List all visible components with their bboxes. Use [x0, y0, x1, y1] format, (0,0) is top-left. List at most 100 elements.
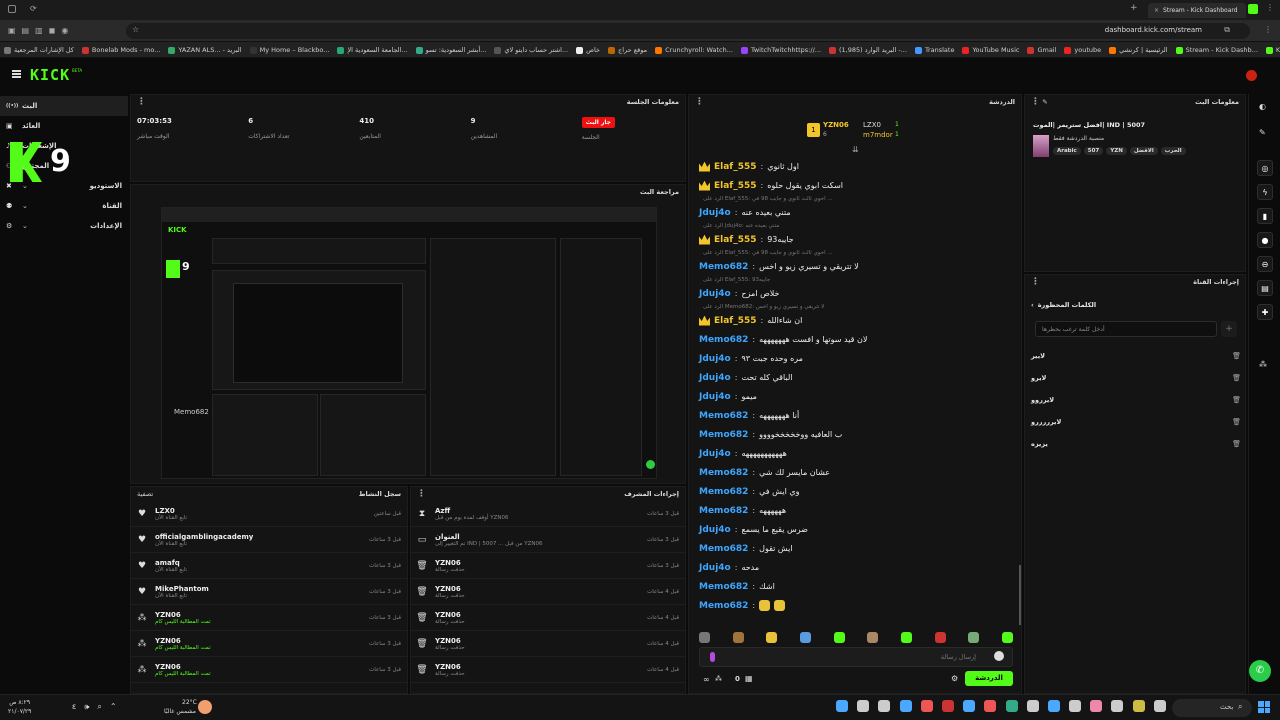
taskbar-app-icon[interactable]: [1069, 700, 1082, 712]
bookmark-item[interactable]: My Home – Blackbo...: [246, 42, 334, 57]
chat-settings-icon[interactable]: ⚙: [951, 674, 958, 683]
taskbar-app-icon[interactable]: [1132, 700, 1145, 712]
bookmark-item[interactable]: أبشر السعودية: تسو...: [412, 42, 491, 57]
taskbar-app-icon[interactable]: [836, 700, 848, 712]
camera-icon[interactable]: ◎: [1257, 160, 1273, 176]
bookmark-item[interactable]: YAZAN ALS... - البريد: [164, 42, 245, 57]
chat-username[interactable]: Memo682: [699, 468, 748, 478]
chat-message[interactable]: Jduj4o: متني بعيده عنه: [689, 203, 1021, 222]
avatar[interactable]: [1246, 70, 1257, 81]
taskbar-app-icon[interactable]: [941, 700, 954, 712]
taskbar-search[interactable]: بحث ⌕: [1172, 699, 1252, 717]
emote-share-icon[interactable]: ⁂: [715, 675, 722, 683]
chat-username[interactable]: Jduj4o: [699, 289, 731, 299]
bookmark-item[interactable]: (1,985) البريد الوارد -...: [825, 42, 911, 57]
more-tools-icon[interactable]: ⁂: [1259, 360, 1267, 369]
sidebar-item-6[interactable]: ⚙ ⌄ الإعدادات: [0, 216, 128, 236]
start-button[interactable]: [1258, 701, 1270, 713]
chat-username[interactable]: Memo682: [699, 430, 748, 440]
gifter-name[interactable]: YZN06: [823, 121, 849, 129]
activity-row[interactable]: 🗑 YZN06 حذفت رسالة قبل 4 ساعات: [411, 657, 685, 683]
sidebar-item-3[interactable]: ⚇ المجتمع: [0, 156, 128, 176]
taskbar-clock[interactable]: ٨:٢٩ ص ٢١/٠٧/٢٩: [8, 698, 31, 716]
emote-icon[interactable]: [900, 631, 912, 643]
weather-widget[interactable]: 22°C مشمس غالبًا: [164, 698, 197, 716]
sidebar-item-1[interactable]: ▣ العائد: [0, 116, 128, 136]
taskbar-app-icon[interactable]: [899, 700, 912, 712]
chat-message[interactable]: Elaf_555: اسكت ابوي يقول حلوه: [689, 176, 1021, 195]
stream-tag[interactable]: YZN: [1106, 147, 1127, 155]
chat-username[interactable]: Elaf_555: [714, 181, 757, 191]
chat-message[interactable]: Memo682: لان قيد سوتها و افست هههههههه: [689, 330, 1021, 349]
lightning-icon[interactable]: ϟ: [1257, 184, 1273, 200]
chat-message[interactable]: Memo682: ايش تقول: [689, 539, 1021, 558]
layout-icon[interactable]: ▤: [1257, 280, 1273, 296]
chat-message[interactable]: Memo682: عشان مايسر لك شي: [689, 463, 1021, 482]
chat-input[interactable]: إرسال رسالة: [699, 647, 1013, 667]
chat-username[interactable]: Jduj4o: [699, 449, 731, 459]
taskbar-app-icon[interactable]: [1153, 700, 1166, 712]
window-menu-dots-icon[interactable]: ⋮: [1266, 3, 1274, 12]
chat-username[interactable]: Jduj4o: [699, 392, 731, 402]
emote-icon[interactable]: [732, 631, 744, 643]
stream-tag[interactable]: الحرب: [1160, 147, 1186, 155]
bookmark-item[interactable]: TwitchTwitchhttps://...: [737, 42, 825, 57]
emote-icon[interactable]: [934, 631, 946, 643]
bookmark-item[interactable]: كل الإشارات المرجعية: [0, 42, 78, 57]
chat-send-button[interactable]: الدردشة: [965, 671, 1013, 686]
clip-icon[interactable]: ▮: [1257, 208, 1273, 224]
chat-message[interactable]: Elaf_555: اول ثانوي: [689, 157, 1021, 176]
chat-username[interactable]: Jduj4o: [699, 563, 731, 573]
emote-icon[interactable]: [968, 631, 980, 643]
bookmark-item[interactable]: Translate: [911, 42, 959, 57]
more-menu-icon[interactable]: ⋮: [417, 489, 426, 499]
taskbar-app-icon[interactable]: [963, 700, 976, 712]
sidebar-item-2[interactable]: ♪ الإشعارات: [0, 136, 128, 156]
active-tab[interactable]: × Stream - Kick Dashboard: [1148, 3, 1246, 18]
bookmark-item[interactable]: Stream - Kick Dashb...: [1172, 42, 1262, 57]
chat-scrollbar[interactable]: [1019, 565, 1021, 625]
more-menu-icon[interactable]: ⋮: [1031, 97, 1040, 107]
activity-row[interactable]: 🗑 YZN06 حذفت رسالة قبل 4 ساعات: [411, 605, 685, 631]
chat-message[interactable]: Memo682: اشك: [689, 577, 1021, 596]
chat-username[interactable]: Memo682: [699, 262, 748, 272]
chat-message[interactable]: Memo682: لا تتريقي و تسيري زيو و اخس: [689, 257, 1021, 276]
activity-row[interactable]: 🗑 YZN06 حذفت رسالة قبل 4 ساعات: [411, 579, 685, 605]
sidebar-item-0[interactable]: ((•)) البث: [0, 96, 128, 116]
chat-username[interactable]: Memo682: [699, 411, 748, 421]
chat-message[interactable]: Elaf_555: جايبه93: [689, 230, 1021, 249]
chat-message[interactable]: Memo682: ب العافيه ووخخخخخوووو: [689, 425, 1021, 444]
blocked-word-input[interactable]: أدخل كلمة ترغب بحظرها: [1035, 321, 1217, 337]
bookmark-item[interactable]: الرئيسية | كرنشي: [1105, 42, 1171, 57]
activity-filter-button[interactable]: تصفية: [137, 490, 153, 498]
activity-row[interactable]: ♥ officialgamblingacademy تابع القناة الآن…: [131, 527, 407, 553]
taskbar-app-icon[interactable]: [878, 700, 891, 712]
activity-row[interactable]: ♥ MikePhantom تابع القناة الآن قبل 3 ساعات: [131, 579, 407, 605]
trash-icon[interactable]: 🗑: [1232, 352, 1241, 360]
emote-icon[interactable]: [766, 631, 778, 643]
activity-row[interactable]: 🗑 YZN06 حذفت رسالة قبل 3 ساعات: [411, 553, 685, 579]
gifter-name[interactable]: m7mdor: [863, 131, 893, 139]
tray-icons[interactable]: ε🕪⌕⌃: [72, 702, 125, 712]
taskbar-app-icon[interactable]: [1026, 700, 1039, 712]
chat-username[interactable]: Jduj4o: [699, 354, 731, 364]
emote-picker-icon[interactable]: [710, 652, 715, 662]
bookmark-item[interactable]: الجامعة السعودية الإ...: [333, 42, 411, 57]
gifter-name[interactable]: LZX0: [863, 121, 881, 129]
chat-username[interactable]: Elaf_555: [714, 316, 757, 326]
chat-username[interactable]: Memo682: [699, 582, 748, 592]
wrench-icon[interactable]: ✚: [1257, 304, 1273, 320]
chat-username[interactable]: Elaf_555: [714, 235, 757, 245]
trash-icon[interactable]: 🗑: [1232, 418, 1241, 426]
emote-icon[interactable]: [799, 631, 811, 643]
url-field[interactable]: ☆ dashboard.kick.com/stream ⧉: [126, 23, 1250, 39]
activity-row[interactable]: ⁂ YZN06 تمت المطالبة الليس كام قبل 3 ساعات: [131, 657, 407, 683]
share-icon[interactable]: ⧉: [1224, 25, 1230, 35]
chat-username[interactable]: Jduj4o: [699, 208, 731, 218]
edit-icon[interactable]: ✎: [1042, 98, 1047, 106]
bookmark-item[interactable]: youtube: [1060, 42, 1105, 57]
taskbar-app-icon[interactable]: [920, 700, 933, 712]
chat-username[interactable]: Memo682: [699, 335, 748, 345]
pencil-icon[interactable]: ✎: [1259, 128, 1266, 137]
bookmark-item[interactable]: Kick: [1262, 42, 1280, 57]
